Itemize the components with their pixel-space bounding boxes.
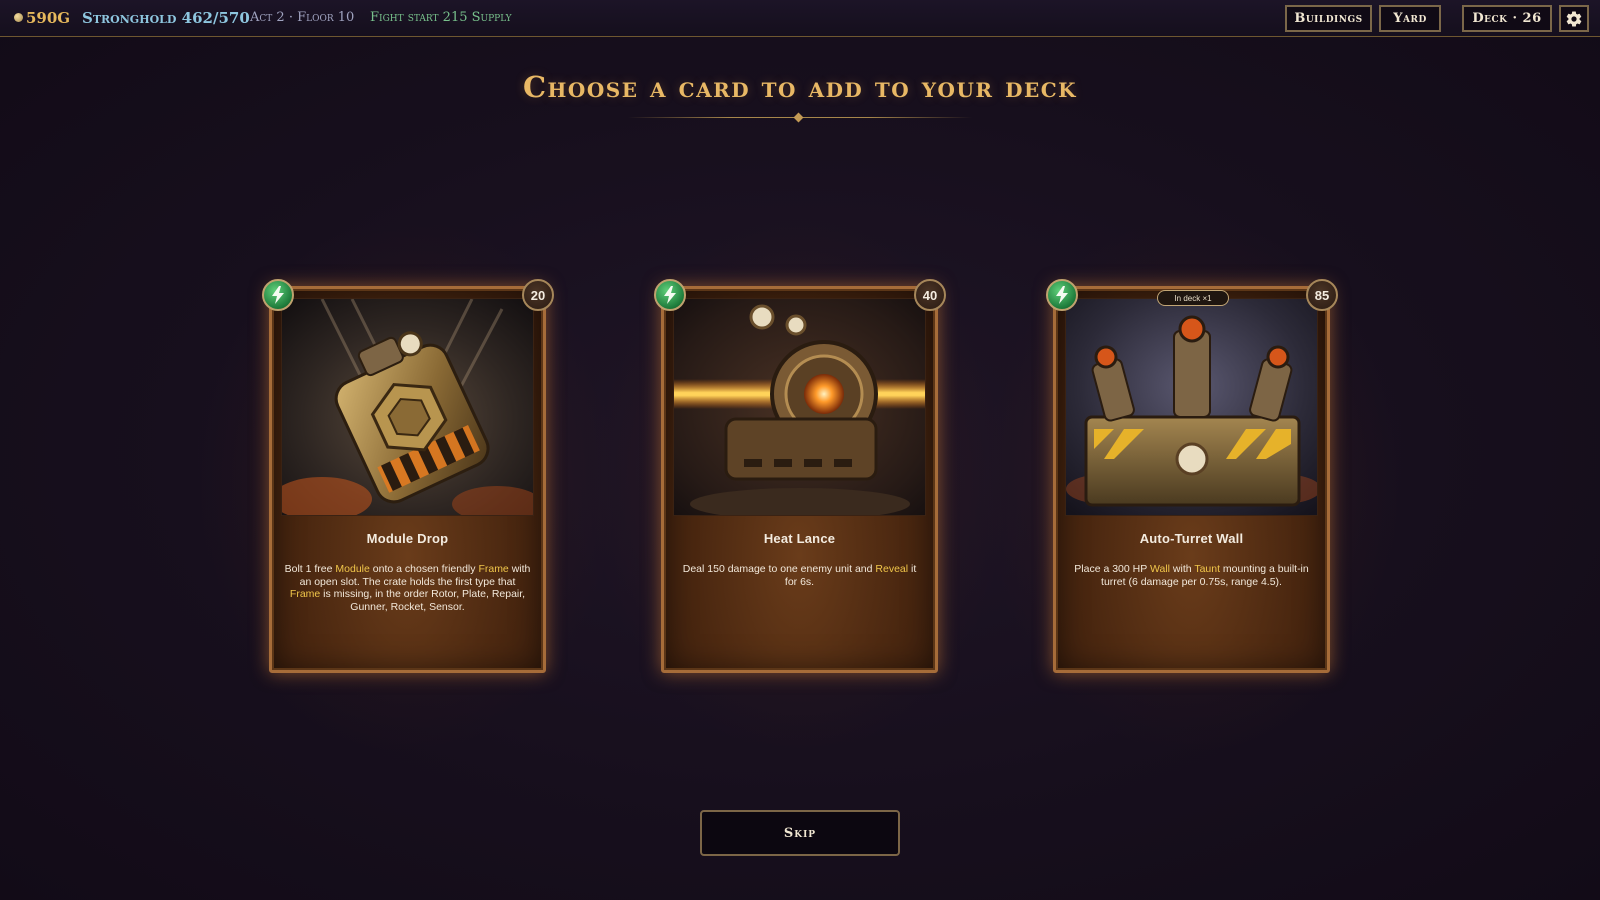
- stronghold-hp: Stronghold 462/570: [82, 9, 250, 27]
- description-text: Place a 300 HP: [1074, 563, 1150, 575]
- gear-icon: [1566, 10, 1582, 27]
- deck-button[interactable]: Deck · 26: [1462, 5, 1552, 32]
- card-description: Place a 300 HP Wall with Taunt mounting …: [1068, 563, 1315, 588]
- keyword-text: Reveal: [875, 563, 909, 575]
- card-module-drop[interactable]: 20 Module Drop Bolt 1 free Module onto a…: [262, 279, 554, 673]
- settings-button[interactable]: [1559, 5, 1589, 32]
- description-text: with: [1170, 563, 1195, 575]
- gold-value: 590G: [26, 9, 71, 27]
- in-deck-badge: In deck ×1: [1157, 290, 1229, 306]
- yard-button[interactable]: Yard: [1379, 5, 1441, 32]
- card-description: Deal 150 damage to one enemy unit and Re…: [676, 563, 923, 588]
- description-text: Bolt 1 free: [284, 563, 336, 575]
- card-name: Heat Lance: [763, 531, 836, 546]
- buildings-button[interactable]: Buildings: [1285, 5, 1372, 32]
- card-cost: 85: [1306, 279, 1338, 311]
- energy-type-badge: [1046, 279, 1078, 311]
- energy-type-badge: [654, 279, 686, 311]
- card-art-auto-turret-wall: [1065, 298, 1318, 516]
- coin-icon: [14, 13, 23, 22]
- card-cost: 40: [914, 279, 946, 311]
- card-description: Bolt 1 free Module onto a chosen friendl…: [284, 563, 531, 613]
- top-bar: 590G Stronghold 462/570 Act 2 · Floor 10…: [0, 0, 1600, 37]
- gold-counter: 590G: [14, 9, 70, 27]
- card-auto-turret-wall[interactable]: In deck ×1 85 Auto-Turret Wall Place a 3…: [1046, 279, 1338, 673]
- keyword-text: Wall: [1149, 563, 1170, 575]
- keyword-text: Frame: [289, 588, 321, 600]
- energy-type-badge: [262, 279, 294, 311]
- page-title: Choose a card to add to your deck: [522, 70, 1078, 104]
- card-art-module-drop: [281, 298, 534, 516]
- keyword-text: Taunt: [1194, 563, 1221, 575]
- skip-button[interactable]: Skip: [700, 810, 900, 856]
- keyword-text: Frame: [478, 563, 509, 575]
- act-floor-indicator: Act 2 · Floor 10: [250, 10, 355, 25]
- card-heat-lance[interactable]: 40 Heat Lance Deal 150 damage to one ene…: [654, 279, 946, 673]
- keyword-text: Module: [335, 563, 370, 575]
- title-divider-ornament: [793, 112, 804, 123]
- lightning-icon: [272, 286, 284, 304]
- card-art-heat-lance: [673, 298, 926, 516]
- card-name: Auto-Turret Wall: [1139, 531, 1244, 546]
- lightning-icon: [1056, 286, 1068, 304]
- card-cost: 20: [522, 279, 554, 311]
- fight-start-supply: Fight start 215 Supply: [370, 10, 512, 25]
- card-name: Module Drop: [366, 531, 449, 546]
- description-text: Deal 150 damage to one enemy unit and: [682, 563, 876, 575]
- lightning-icon: [664, 286, 676, 304]
- description-text: onto a chosen friendly: [369, 563, 479, 575]
- description-text: is missing, in the order Rotor, Plate, R…: [320, 588, 526, 613]
